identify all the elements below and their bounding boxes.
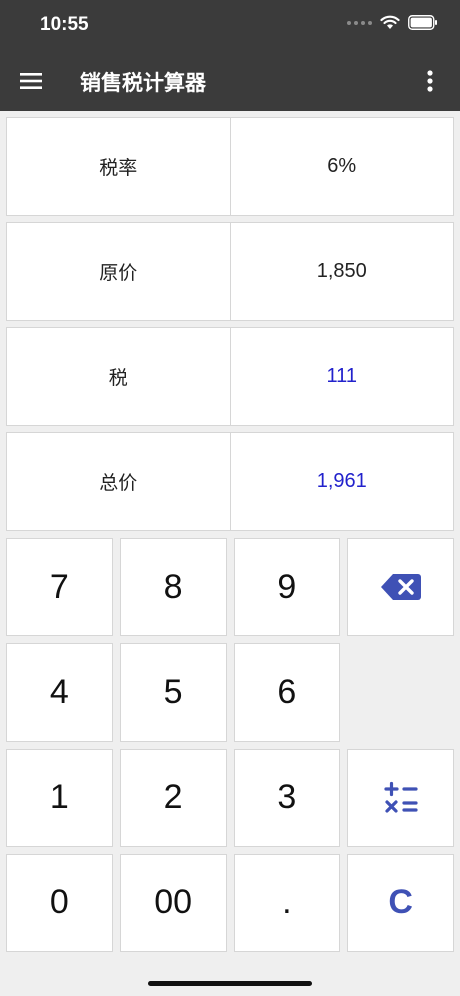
- hamburger-icon[interactable]: [14, 64, 48, 98]
- row-total: 总价 1,961: [6, 432, 454, 531]
- operators-icon: [384, 781, 418, 813]
- keypad-empty-slot: [347, 643, 454, 741]
- keypad: 7 8 9 4 5 6 1 2 3 0 00 . C: [6, 538, 454, 952]
- battery-icon: [408, 15, 437, 30]
- tax-rate-value[interactable]: 6%: [231, 118, 454, 215]
- status-icons: [347, 15, 438, 30]
- key-7[interactable]: 7: [6, 538, 113, 637]
- backspace-button[interactable]: [347, 538, 454, 637]
- total-label: 总价: [7, 433, 231, 530]
- total-value: 1,961: [316, 470, 367, 492]
- app-bar: 销售税计算器: [0, 50, 460, 111]
- status-time: 10:55: [40, 14, 89, 35]
- tax-label: 税: [7, 328, 231, 425]
- key-decimal[interactable]: .: [233, 853, 341, 952]
- clear-button[interactable]: C: [347, 853, 454, 952]
- key-8[interactable]: 8: [119, 538, 227, 637]
- more-vertical-icon[interactable]: [418, 64, 442, 98]
- backspace-icon: [380, 574, 421, 601]
- row-tax: 税 111: [6, 327, 454, 426]
- key-5[interactable]: 5: [119, 643, 227, 742]
- row-tax-rate: 税率 6%: [6, 117, 454, 216]
- tax-value: 111: [326, 365, 357, 387]
- key-3[interactable]: 3: [233, 748, 341, 847]
- home-indicator: [148, 981, 312, 986]
- original-price-value[interactable]: 1,850: [231, 223, 454, 320]
- original-price-label: 原价: [7, 223, 231, 320]
- key-00[interactable]: 00: [119, 853, 227, 952]
- app-title: 销售税计算器: [80, 71, 206, 95]
- tax-rate-label: 税率: [7, 118, 231, 215]
- wifi-icon: [380, 15, 400, 29]
- key-1[interactable]: 1: [6, 748, 113, 847]
- key-4[interactable]: 4: [6, 643, 113, 742]
- signal-dots-icon: [347, 20, 372, 25]
- input-rows: 税率 6% 原价 1,850 税 111 总价 1,961: [6, 117, 454, 537]
- key-6[interactable]: 6: [233, 643, 341, 742]
- status-bar: 10:55: [0, 0, 460, 50]
- key-0[interactable]: 0: [6, 853, 113, 952]
- key-2[interactable]: 2: [119, 748, 227, 847]
- row-original-price: 原价 1,850: [6, 222, 454, 321]
- key-9[interactable]: 9: [233, 538, 341, 637]
- operators-button[interactable]: [347, 748, 454, 847]
